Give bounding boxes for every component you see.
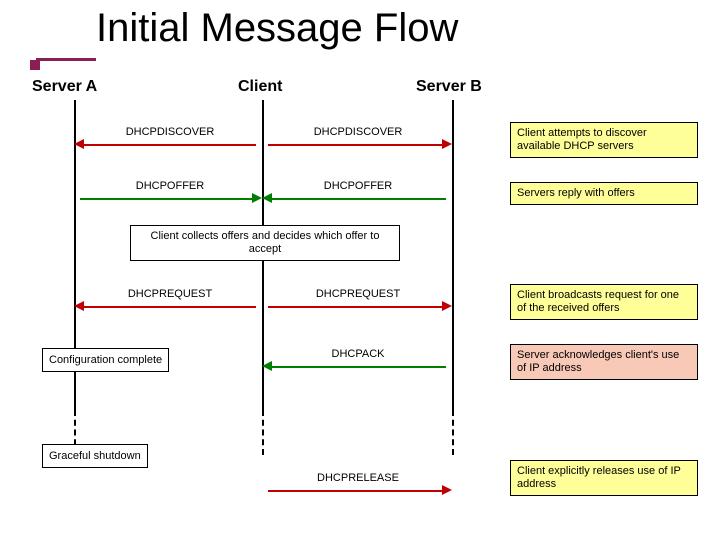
arrowhead-offer-left xyxy=(252,193,262,203)
slide-title: Initial Message Flow xyxy=(96,6,458,51)
msg-offer-right: DHCPOFFER xyxy=(288,180,428,192)
arrowhead-offer-right xyxy=(262,193,272,203)
column-server-b: Server B xyxy=(416,78,482,96)
note-ack: Server acknowledges client's use of IP a… xyxy=(510,344,698,380)
column-server-a: Server A xyxy=(32,78,97,96)
lifeline-server-b xyxy=(452,100,454,410)
note-collect: Client collects offers and decides which… xyxy=(130,225,400,261)
note-discover: Client attempts to discover available DH… xyxy=(510,122,698,158)
note-config: Configuration complete xyxy=(42,348,169,372)
arrowhead-request-right xyxy=(442,301,452,311)
arrowhead-discover-right xyxy=(442,139,452,149)
note-request: Client broadcasts request for one of the… xyxy=(510,284,698,320)
arrowhead-request-left xyxy=(74,301,84,311)
column-client: Client xyxy=(238,78,282,96)
arrow-offer-right xyxy=(272,198,446,200)
slide: Initial Message Flow Server A Client Ser… xyxy=(0,0,720,540)
arrow-offer-left xyxy=(80,198,252,200)
note-offer: Servers reply with offers xyxy=(510,182,698,205)
arrow-request-left xyxy=(84,306,256,308)
arrow-discover-right xyxy=(268,144,442,146)
arrowhead-discover-left xyxy=(74,139,84,149)
arrow-request-right xyxy=(268,306,442,308)
msg-request-left: DHCPREQUEST xyxy=(100,288,240,300)
title-accent-box xyxy=(30,60,40,70)
arrow-ack xyxy=(272,366,446,368)
msg-request-right: DHCPREQUEST xyxy=(288,288,428,300)
arrowhead-ack xyxy=(262,361,272,371)
msg-discover-right: DHCPDISCOVER xyxy=(288,126,428,138)
msg-discover-left: DHCPDISCOVER xyxy=(100,126,240,138)
msg-ack: DHCPACK xyxy=(308,348,408,360)
lifeline-server-b-dash xyxy=(452,410,454,455)
lifeline-client-dash xyxy=(262,410,264,455)
msg-offer-left: DHCPOFFER xyxy=(100,180,240,192)
title-accent-line xyxy=(36,58,96,61)
note-release: Client explicitly releases use of IP add… xyxy=(510,460,698,496)
arrowhead-release xyxy=(442,485,452,495)
note-grace: Graceful shutdown xyxy=(42,444,148,468)
arrow-discover-left xyxy=(84,144,256,146)
arrow-release xyxy=(268,490,442,492)
msg-release: DHCPRELEASE xyxy=(298,472,418,484)
